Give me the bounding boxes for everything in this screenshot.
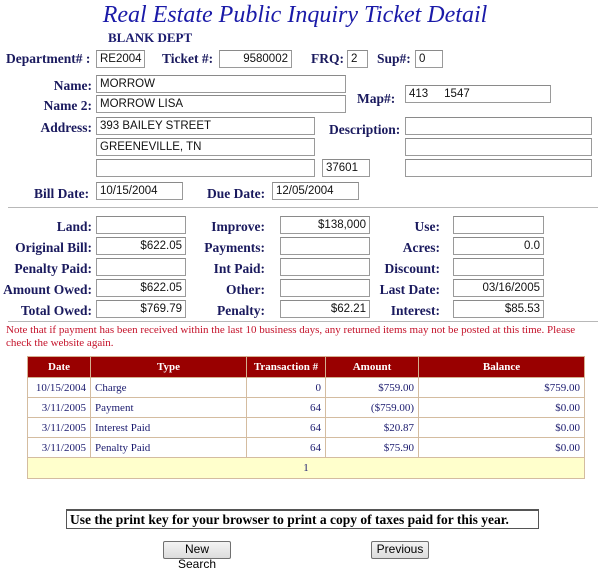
divider xyxy=(8,321,598,322)
last-date-label: Last Date: xyxy=(379,282,440,297)
column-header-amount: Amount xyxy=(325,356,419,378)
transaction-number-cell: 64 xyxy=(246,417,326,438)
penalty-label: Penalty: xyxy=(217,303,265,318)
int-paid-field[interactable] xyxy=(280,258,370,276)
total-owed-label: Total Owed: xyxy=(20,303,92,318)
address-line2-field[interactable]: GREENEVILLE, TN xyxy=(96,138,315,156)
amount-cell: ($759.00) xyxy=(325,397,419,418)
other-label: Other: xyxy=(226,282,265,297)
map-field[interactable]: 413 1547 xyxy=(405,85,551,103)
map-label: Map#: xyxy=(357,91,396,106)
original-bill-field[interactable]: $622.05 xyxy=(96,237,186,255)
improve-field[interactable]: $138,000 xyxy=(280,216,370,234)
table-row: 3/11/2005 Payment 64 ($759.00) $0.00 xyxy=(27,397,585,418)
amount-owed-label: Amount Owed: xyxy=(3,282,92,297)
divider xyxy=(8,207,598,208)
total-owed-field[interactable]: $769.79 xyxy=(96,300,186,318)
description-line1-field[interactable] xyxy=(405,117,592,135)
date-cell: 3/11/2005 xyxy=(27,417,91,438)
transactions-table: Date Type Transaction # Amount Balance 1… xyxy=(27,356,585,479)
acres-field[interactable]: 0.0 xyxy=(453,237,544,255)
sup-label: Sup#: xyxy=(377,51,411,66)
improve-label: Improve: xyxy=(211,219,265,234)
name-field[interactable]: MORROW xyxy=(96,75,346,93)
column-header-transaction: Transaction # xyxy=(246,356,326,378)
payments-field[interactable] xyxy=(280,237,370,255)
previous-button[interactable]: Previous xyxy=(371,541,429,559)
description-line3-field[interactable] xyxy=(405,159,592,177)
due-date-label: Due Date: xyxy=(207,186,266,201)
department-label: Department# : xyxy=(6,51,91,66)
zip-field[interactable]: 37601 xyxy=(322,159,370,177)
frq-field[interactable]: 2 xyxy=(347,50,368,68)
department-field[interactable]: RE2004 xyxy=(96,50,145,68)
name-label: Name: xyxy=(53,78,92,93)
penalty-paid-label: Penalty Paid: xyxy=(14,261,92,276)
page-title: Real Estate Public Inquiry Ticket Detail xyxy=(0,2,600,29)
address-line3-field[interactable] xyxy=(96,159,315,177)
table-row: 10/15/2004 Charge 0 $759.00 $759.00 xyxy=(27,377,585,398)
table-row: 3/11/2005 Penalty Paid 64 $75.90 $0.00 xyxy=(27,437,585,458)
penalty-field[interactable]: $62.21 xyxy=(280,300,370,318)
discount-label: Discount: xyxy=(384,261,440,276)
name2-label: Name 2: xyxy=(43,98,92,113)
frq-label: FRQ: xyxy=(311,51,344,66)
land-field[interactable] xyxy=(96,216,186,234)
interest-label: Interest: xyxy=(390,303,440,318)
bill-date-field[interactable]: 10/15/2004 xyxy=(96,182,183,200)
type-cell: Charge xyxy=(90,377,247,398)
type-cell: Penalty Paid xyxy=(90,437,247,458)
balance-cell: $0.00 xyxy=(418,417,585,438)
transaction-number-cell: 0 xyxy=(246,377,326,398)
balance-cell: $0.00 xyxy=(418,397,585,418)
amount-cell: $20.87 xyxy=(325,417,419,438)
payments-label: Payments: xyxy=(204,240,265,255)
amount-owed-field[interactable]: $622.05 xyxy=(96,279,186,297)
date-cell: 3/11/2005 xyxy=(27,397,91,418)
balance-cell: $759.00 xyxy=(418,377,585,398)
name2-field[interactable]: MORROW LISA xyxy=(96,95,346,113)
penalty-paid-field[interactable] xyxy=(96,258,186,276)
table-header-row: Date Type Transaction # Amount Balance xyxy=(27,356,585,378)
other-field[interactable] xyxy=(280,279,370,297)
land-label: Land: xyxy=(56,219,92,234)
ticket-field[interactable]: 9580002 xyxy=(219,50,292,68)
use-field[interactable] xyxy=(453,216,544,234)
discount-field[interactable] xyxy=(453,258,544,276)
returned-items-note: Note that if payment has been received w… xyxy=(6,324,576,349)
page-number-link[interactable]: 1 xyxy=(27,457,585,479)
new-search-button[interactable]: New Search xyxy=(163,541,231,571)
column-header-type: Type xyxy=(90,356,247,378)
description-line2-field[interactable] xyxy=(405,138,592,156)
department-name: BLANK DEPT xyxy=(108,30,193,45)
date-cell: 3/11/2005 xyxy=(27,437,91,458)
use-label: Use: xyxy=(414,219,441,234)
transaction-number-cell: 64 xyxy=(246,437,326,458)
page-title-text: Real Estate Public Inquiry Ticket Detail xyxy=(102,2,488,28)
amount-cell: $759.00 xyxy=(325,377,419,398)
table-row: 3/11/2005 Interest Paid 64 $20.87 $0.00 xyxy=(27,417,585,438)
column-header-date: Date xyxy=(27,356,91,378)
type-cell: Interest Paid xyxy=(90,417,247,438)
last-date-field[interactable]: 03/16/2005 xyxy=(453,279,544,297)
column-header-balance: Balance xyxy=(418,356,585,378)
date-cell: 10/15/2004 xyxy=(27,377,91,398)
description-label: Description: xyxy=(329,122,401,137)
address-label: Address: xyxy=(40,120,92,135)
amount-cell: $75.90 xyxy=(325,437,419,458)
transaction-number-cell: 64 xyxy=(246,397,326,418)
sup-field[interactable]: 0 xyxy=(415,50,443,68)
type-cell: Payment xyxy=(90,397,247,418)
interest-field[interactable]: $85.53 xyxy=(453,300,544,318)
bill-date-label: Bill Date: xyxy=(34,186,90,201)
address-line1-field[interactable]: 393 BAILEY STREET xyxy=(96,117,315,135)
pager-row: 1 xyxy=(27,457,585,479)
balance-cell: $0.00 xyxy=(418,437,585,458)
due-date-field[interactable]: 12/05/2004 xyxy=(272,182,359,200)
int-paid-label: Int Paid: xyxy=(213,261,265,276)
acres-label: Acres: xyxy=(402,240,440,255)
original-bill-label: Original Bill: xyxy=(15,240,92,255)
print-message: Use the print key for your browser to pr… xyxy=(66,509,539,529)
ticket-label: Ticket #: xyxy=(162,51,214,66)
